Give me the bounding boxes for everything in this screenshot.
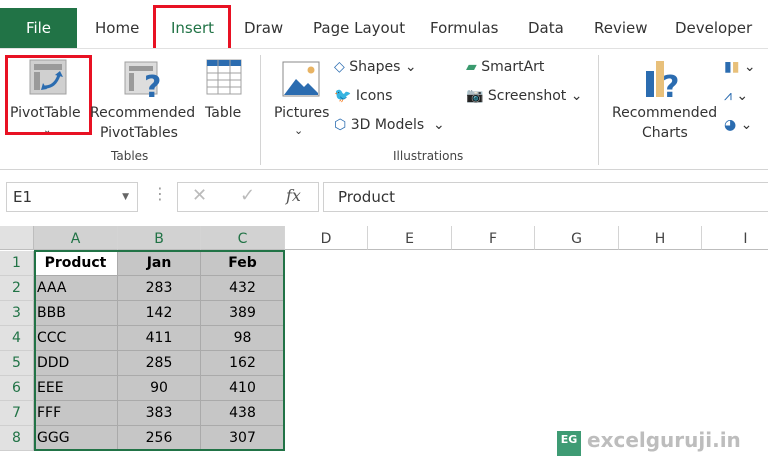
tab-review[interactable]: Review — [594, 0, 648, 48]
column-header-I[interactable]: I — [702, 226, 768, 250]
recommended-pivottables-button[interactable]: ? Recommended PivotTables — [90, 53, 195, 143]
fx-icon[interactable]: fx — [286, 186, 301, 205]
table-label: Table — [205, 105, 242, 121]
svg-text:?: ? — [144, 70, 161, 99]
cancel-icon[interactable]: ✕ — [192, 185, 207, 206]
highlight-insert — [153, 5, 231, 51]
tab-data[interactable]: Data — [528, 0, 564, 48]
watermark-text: excelguruji.in — [587, 428, 741, 452]
select-all-button[interactable] — [0, 226, 34, 250]
3d-models-button[interactable]: ⬡ 3D Models ⌄ — [334, 117, 445, 133]
column-header-A[interactable]: A — [34, 226, 118, 250]
recommended-label: Recommended — [90, 105, 196, 121]
table-button[interactable]: Table — [202, 53, 246, 123]
tab-page-layout[interactable]: Page Layout — [313, 0, 405, 48]
row-header-5[interactable]: 5 — [0, 351, 34, 376]
tables-group-label: Tables — [111, 149, 149, 163]
pivottables-label: PivotTables — [100, 125, 178, 141]
pie-chart-button[interactable]: ◕ ⌄ — [724, 117, 752, 133]
tab-formulas[interactable]: Formulas — [430, 0, 498, 48]
row-header-3[interactable]: 3 — [0, 301, 34, 326]
tab-developer[interactable]: Developer — [675, 0, 752, 48]
column-header-F[interactable]: F — [452, 226, 535, 250]
icons-button[interactable]: 🐦 Icons — [334, 88, 392, 104]
formula-input[interactable]: Product — [323, 182, 768, 212]
column-header-H[interactable]: H — [619, 226, 702, 250]
name-box[interactable]: E1 ▼ — [6, 182, 138, 212]
screenshot-button[interactable]: 📷 Screenshot ⌄ — [466, 88, 582, 104]
shapes-button[interactable]: ◇ Shapes ⌄ — [334, 59, 417, 75]
formula-buttons: ✕ ✓ fx — [177, 182, 319, 212]
row-header-6[interactable]: 6 — [0, 376, 34, 401]
row-header-1[interactable]: 1 — [0, 251, 34, 276]
bar-chart-button[interactable]: ▮▮ ⌄ — [724, 59, 756, 75]
enter-icon[interactable]: ✓ — [240, 185, 255, 206]
row-header-4[interactable]: 4 — [0, 326, 34, 351]
column-header-D[interactable]: D — [285, 226, 368, 250]
pictures-button[interactable]: Pictures ⌄ — [272, 53, 330, 143]
recommended-charts-button[interactable]: ? Recommended Charts — [610, 53, 718, 143]
pictures-icon — [282, 61, 320, 97]
pictures-label: Pictures — [274, 105, 330, 121]
ribbon: PivotTable ⌄ ? Recommended PivotTables T… — [0, 48, 768, 170]
row-header-2[interactable]: 2 — [0, 276, 34, 301]
column-header-G[interactable]: G — [535, 226, 619, 250]
watermark-logo: EG — [557, 431, 581, 456]
more-icon: ⋮ — [152, 184, 168, 203]
tab-home[interactable]: Home — [95, 0, 139, 48]
svg-text:?: ? — [662, 70, 679, 99]
illustrations-group-label: Illustrations — [393, 149, 464, 163]
recommended-charts-label: Recommended — [612, 105, 718, 121]
column-header-C[interactable]: C — [201, 226, 285, 250]
column-header-E[interactable]: E — [368, 226, 452, 250]
row-header-8[interactable]: 8 — [0, 426, 34, 451]
highlight-pivottable — [5, 55, 92, 135]
smartart-button[interactable]: ▰ SmartArt — [466, 59, 544, 75]
tab-draw[interactable]: Draw — [244, 0, 283, 48]
charts-label: Charts — [642, 125, 688, 141]
recommended-charts-icon: ? — [646, 61, 679, 99]
selection-range — [34, 250, 285, 451]
table-icon — [206, 59, 242, 95]
line-chart-button[interactable]: ⩘ ⌄ — [724, 88, 748, 104]
row-header-7[interactable]: 7 — [0, 401, 34, 426]
recommended-pivottables-icon: ? — [124, 61, 161, 99]
column-header-B[interactable]: B — [118, 226, 201, 250]
